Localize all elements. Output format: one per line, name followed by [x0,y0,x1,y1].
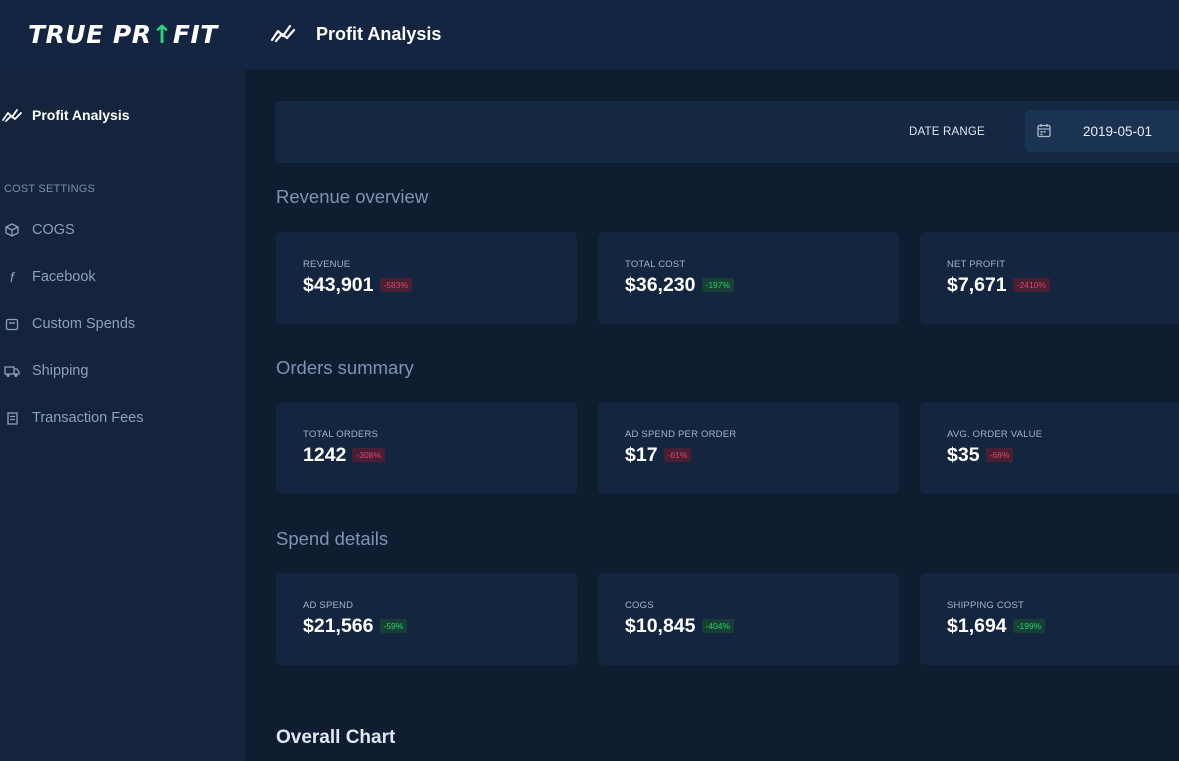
section-title-revenue-overview: Revenue overview [276,186,429,207]
change-badge: -308% [352,448,385,462]
main-content: DATE RANGE 2019-05-01 - Revenue overview… [245,70,1179,761]
metric-value: $7,671 [947,274,1007,296]
trend-chart-icon [270,24,296,43]
sidebar-item-cogs[interactable]: COGS [0,218,245,242]
metric-card-revenue: REVENUE $43,901 -583% [276,232,577,324]
metric-label: REVENUE [303,259,351,270]
metric-value: $35 [947,444,980,466]
metric-card-shipping-cost: SHIPPING COST $1,694 -199% [920,573,1179,665]
metric-value: $21,566 [303,615,374,637]
metric-label: TOTAL COST [625,259,686,270]
metric-value: $10,845 [625,615,696,637]
sidebar-item-profit-analysis[interactable]: Profit Analysis [0,102,245,128]
metric-card-ad-spend-per-order: AD SPEND PER ORDER $17 -61% [598,402,899,494]
metric-card-total-cost: TOTAL COST $36,230 -197% [598,232,899,324]
sidebar-item-label: Shipping [32,363,89,379]
sidebar-item-label: Facebook [32,269,96,285]
top-bar: TRUE PR↑FIT Profit Analysis [0,0,1179,70]
metric-card-total-orders: TOTAL ORDERS 1242 -308% [276,402,577,494]
metric-card-ad-spend: AD SPEND $21,566 -59% [276,573,577,665]
sidebar: Profit Analysis COST SETTINGS COGS f Fac… [0,70,245,761]
metric-label: NET PROFIT [947,259,1006,270]
metric-label: AD SPEND [303,600,354,611]
facebook-icon: f [10,269,14,285]
change-badge: -404% [701,619,735,633]
sidebar-item-transaction-fees[interactable]: Transaction Fees [0,406,245,430]
date-range-start: 2019-05-01 [1083,124,1153,139]
box-icon [2,222,22,238]
section-title-spend-details: Spend details [276,528,389,549]
sidebar-item-label: Profit Analysis [32,107,130,123]
page-title: Profit Analysis [316,24,442,44]
section-title-overall-chart: Overall Chart [276,727,396,748]
change-badge: -59% [379,619,408,633]
section-title-orders-summary: Orders summary [276,357,414,378]
calendar-icon [1037,124,1051,138]
metric-card-avg-order-value: AVG. ORDER VALUE $35 -68% [920,402,1179,494]
metric-value: $1,694 [947,615,1007,637]
change-badge: -2410% [1012,278,1050,292]
change-badge: -61% [663,448,692,462]
metric-label: AVG. ORDER VALUE [947,429,1043,440]
change-badge: -197% [701,278,735,292]
date-range-label: DATE RANGE [909,126,985,138]
sidebar-item-label: Custom Spends [32,316,136,332]
metric-label: SHIPPING COST [947,600,1025,611]
metric-value: $36,230 [625,274,696,296]
change-badge: -68% [985,448,1014,462]
metric-label: TOTAL ORDERS [303,429,379,440]
change-badge: -583% [379,278,413,292]
metric-label: COGS [625,600,654,611]
change-badge: -199% [1012,619,1046,633]
logo-text-right: FIT [172,20,218,49]
metric-card-net-profit: NET PROFIT $7,671 -2410% [920,232,1179,324]
receipt-icon [2,410,22,426]
sidebar-item-shipping[interactable]: Shipping [0,359,245,383]
sidebar-item-label: COGS [32,222,75,238]
metric-value: 1242 [303,444,347,466]
metric-value: $43,901 [303,274,374,296]
cost-settings-label: COST SETTINGS [4,183,96,195]
trend-chart-icon [2,109,22,122]
metric-card-cogs: COGS $10,845 -404% [598,573,899,665]
wallet-icon [2,316,22,332]
sidebar-item-facebook[interactable]: f Facebook [0,265,245,289]
sidebar-item-custom-spends[interactable]: Custom Spends [0,312,245,336]
metric-value: $17 [625,444,658,466]
logo-text-left: TRUE PR [28,20,152,49]
logo-arrow-icon: ↑ [151,20,173,49]
logo[interactable]: TRUE PR↑FIT [28,20,218,49]
metric-label: AD SPEND PER ORDER [625,429,737,440]
date-range-panel: DATE RANGE 2019-05-01 - [275,101,1179,163]
truck-icon [2,363,22,379]
date-range-picker[interactable]: 2019-05-01 [1025,110,1179,152]
sidebar-item-label: Transaction Fees [32,410,144,426]
